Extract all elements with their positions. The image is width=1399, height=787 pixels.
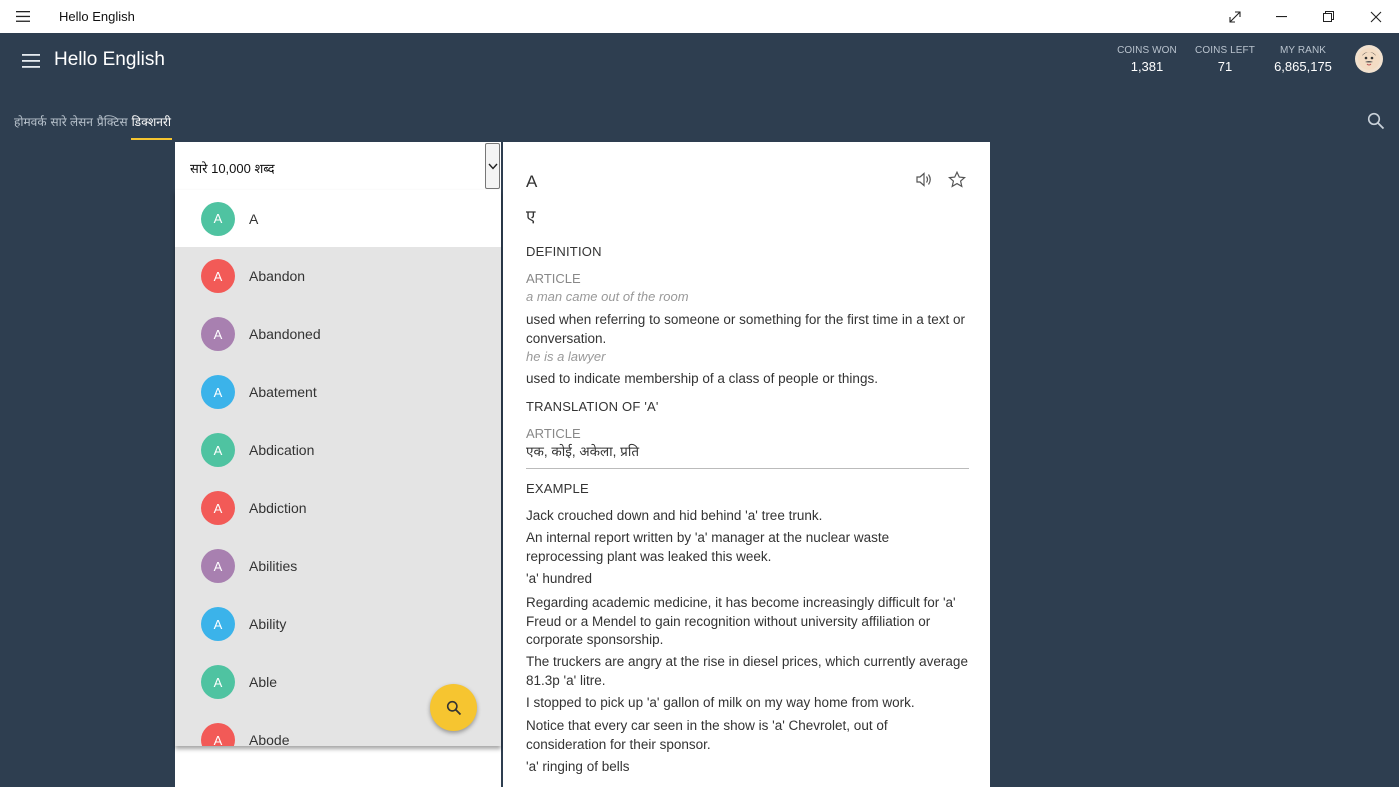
translation-text: एक, कोई, अकेला, प्रति [526, 444, 640, 459]
definition-example: a man came out of the room [526, 289, 689, 304]
word-initial-avatar: A [201, 375, 235, 409]
word-label: Able [249, 674, 278, 690]
star-icon[interactable] [947, 170, 967, 193]
definition-meaning: used to indicate membership of a class o… [526, 371, 878, 386]
restore-button[interactable] [1305, 0, 1352, 33]
word-initial-avatar: A [201, 607, 235, 641]
word-list-item[interactable]: A Ability [175, 595, 501, 653]
search-fab-button[interactable] [430, 684, 477, 731]
speaker-icon[interactable] [915, 171, 934, 193]
stat-label: MY RANK [1279, 45, 1327, 56]
chevron-down-icon[interactable] [485, 143, 500, 189]
hindi-word: ए [526, 207, 536, 226]
stat-value: 71 [1217, 59, 1233, 74]
my-rank-stat: MY RANK 6,865,175 [1263, 45, 1343, 74]
word-label: Abdication [249, 442, 315, 458]
word-label: Abandon [249, 268, 306, 284]
main-tabs: होमवर्क सारे लेसन प्रैक्टिस डिक्शनरी [14, 113, 175, 140]
coins-left-stat: COINS LEFT 71 [1187, 45, 1263, 74]
translation-part-of-speech: ARTICLE [526, 426, 581, 441]
word-label: Abode [249, 732, 290, 746]
tab-practice[interactable]: प्रैक्टिस [97, 113, 128, 130]
example-sentence: Jack crouched down and hid behind 'a' tr… [526, 508, 823, 523]
word-initial-avatar: A [201, 317, 235, 351]
window-titlebar: Hello English [0, 0, 1399, 33]
word-label: A [249, 210, 259, 227]
word-label: Ability [249, 616, 287, 632]
example-sentence: An internal report written by 'a' manage… [526, 530, 890, 564]
word-label: Abdiction [249, 500, 307, 516]
translation-heading: TRANSLATION OF 'A' [526, 399, 659, 414]
word-initial-avatar: A [201, 723, 235, 746]
search-icon [446, 700, 461, 715]
word-list-item[interactable]: A Abilities [175, 537, 501, 595]
stat-label: COINS WON [1117, 45, 1177, 56]
word-detail-panel: A ए DEFINITION ARTICLE a man came out of… [503, 142, 990, 787]
word-label: Abilities [249, 558, 298, 574]
close-button[interactable] [1352, 0, 1399, 33]
word-list: A A A Abandon A Abandoned A Abatement A Abdicatio… [175, 190, 501, 746]
example-sentence: Regarding academic medicine, it has beco… [526, 595, 956, 647]
word-list-item[interactable]: A Abandoned [175, 305, 501, 363]
minimize-icon [1276, 16, 1287, 18]
stat-value: 1,381 [1130, 59, 1164, 74]
tab-homework[interactable]: होमवर्क [14, 113, 47, 130]
word-initial-avatar: A [201, 201, 235, 236]
stat-label: COINS LEFT [1195, 45, 1255, 56]
example-sentence: 'a' ringing of bells [526, 759, 630, 774]
fullscreen-button[interactable] [1211, 0, 1258, 33]
word-list-item[interactable]: AA [175, 190, 501, 247]
word-list-item[interactable]: A Abatement [175, 363, 501, 421]
word-initial-avatar: A [201, 549, 235, 583]
word-list-panel: सारे 10,000 शब्द A A A Abandon A Abandoned A Ab… [175, 142, 501, 787]
word-initial-avatar: A [201, 259, 235, 293]
window-menu-icon[interactable] [0, 0, 46, 33]
app-title: Hello English [54, 49, 165, 70]
search-icon[interactable] [1367, 112, 1385, 130]
word-label: Abatement [249, 384, 317, 400]
stat-value: 6,865,175 [1274, 59, 1332, 74]
tab-dictionary[interactable]: डिक्शनरी [130, 113, 173, 140]
definition-heading: DEFINITION [526, 244, 602, 259]
word-label: Abandoned [249, 326, 321, 342]
word-initial-avatar: A [201, 433, 235, 467]
example-sentence: Notice that every car seen in the show i… [526, 718, 888, 752]
word-list-item[interactable]: A Abdiction [175, 479, 501, 537]
coins-won-stat: COINS WON 1,381 [1107, 45, 1187, 74]
tab-all-lessons[interactable]: सारे लेसन [51, 113, 93, 130]
hamburger-menu-icon[interactable] [22, 51, 44, 71]
part-of-speech: ARTICLE [526, 271, 581, 286]
word-initial-avatar: A [201, 491, 235, 525]
avatar[interactable] [1355, 45, 1383, 73]
example-sentence: The truckers are angry at the rise in di… [526, 654, 968, 688]
minimize-button[interactable] [1258, 0, 1305, 33]
app-header: Hello English COINS WON 1,381 COINS LEFT… [0, 33, 1399, 142]
headword: A [526, 172, 538, 191]
expand-icon [1228, 10, 1241, 23]
word-filter-dropdown[interactable]: सारे 10,000 शब्द [175, 142, 501, 190]
word-initial-avatar: A [201, 665, 235, 699]
close-icon [1370, 11, 1381, 22]
example-sentence: 'a' hundred [526, 571, 592, 586]
definition-example: he is a lawyer [526, 349, 606, 364]
example-sentence: I stopped to pick up 'a' gallon of milk … [526, 695, 915, 710]
window-title: Hello English [59, 9, 135, 24]
section-divider [526, 468, 969, 469]
restore-icon [1323, 11, 1334, 22]
example-heading: EXAMPLE [526, 481, 589, 496]
word-list-item[interactable]: A Abdication [175, 421, 501, 479]
word-list-item[interactable]: A Abandon [175, 247, 501, 305]
definition-meaning: used when referring to someone or someth… [526, 312, 965, 346]
word-filter-label: सारे 10,000 शब्द [190, 161, 275, 176]
